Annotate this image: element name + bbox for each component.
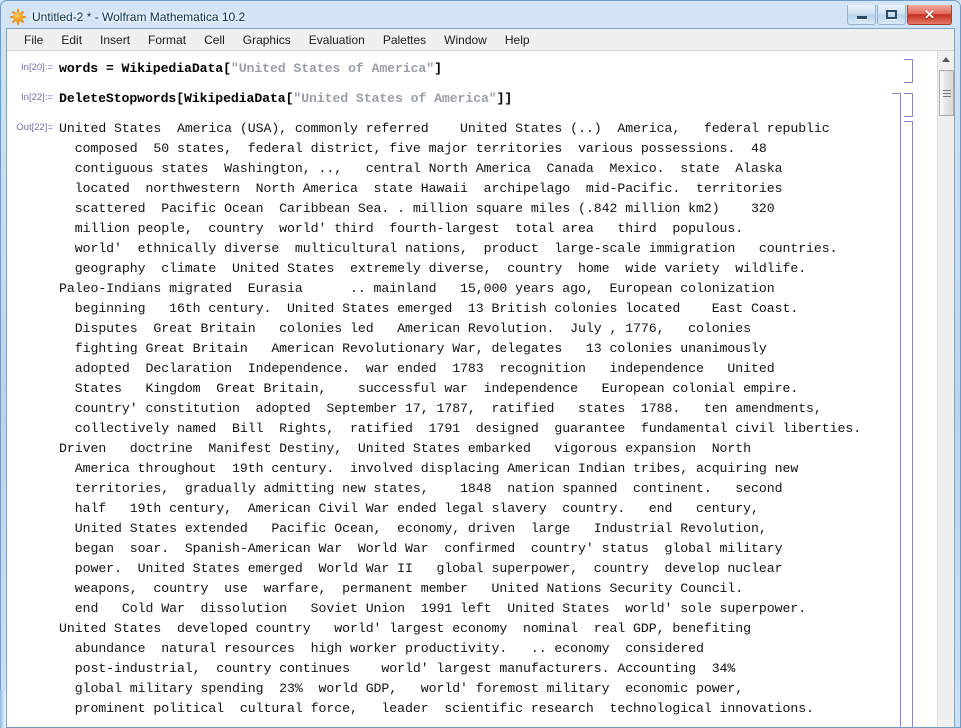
menu-insert[interactable]: Insert <box>91 31 139 49</box>
title-bar: Untitled-2 * - Wolfram Mathematica 10.2 … <box>6 5 955 28</box>
client-area: File Edit Insert Format Cell Graphics Ev… <box>6 28 955 728</box>
minimize-button[interactable] <box>847 5 876 25</box>
output-cell-22[interactable]: Out[22]= United States America (USA), co… <box>7 119 937 719</box>
scroll-up-arrow[interactable] <box>938 51 954 68</box>
output-cell-22-text: United States America (USA), commonly re… <box>59 121 862 716</box>
menu-graphics[interactable]: Graphics <box>234 31 300 49</box>
application-window: Untitled-2 * - Wolfram Mathematica 10.2 … <box>0 0 961 728</box>
code-prefix: words = WikipediaData[ <box>59 61 231 76</box>
code-string-literal: "United States of America" <box>293 91 497 106</box>
maximize-icon <box>886 10 897 19</box>
maximize-button[interactable] <box>877 5 906 25</box>
menu-bar: File Edit Insert Format Cell Graphics Ev… <box>7 29 954 51</box>
code-string-literal: "United States of America" <box>230 61 435 76</box>
minimize-icon <box>856 15 867 19</box>
menu-evaluation[interactable]: Evaluation <box>300 31 374 49</box>
input-cell-22-label: In[22]:= <box>21 92 53 103</box>
input-cell-22[interactable]: In[22]:= DeleteStopwords[WikipediaData["… <box>7 89 937 109</box>
input-cell-20[interactable]: In[20]:= words = WikipediaData["United S… <box>7 59 937 79</box>
window-title: Untitled-2 * - Wolfram Mathematica 10.2 <box>32 10 246 24</box>
notebook-document[interactable]: In[20]:= words = WikipediaData["United S… <box>7 51 937 728</box>
code-suffix: ] <box>434 61 442 76</box>
code-prefix: DeleteStopwords[WikipediaData[ <box>59 91 294 106</box>
menu-edit[interactable]: Edit <box>52 31 91 49</box>
window-controls: ✕ <box>846 5 952 25</box>
input-cell-20-label: In[20]:= <box>21 62 53 73</box>
menu-palettes[interactable]: Palettes <box>374 31 435 49</box>
window-left-edge <box>0 690 6 728</box>
scroll-thumb-grip <box>942 89 951 97</box>
code-suffix: ]] <box>496 91 513 106</box>
notebook-scroll-region: In[20]:= words = WikipediaData["United S… <box>7 51 954 728</box>
menu-cell[interactable]: Cell <box>195 31 234 49</box>
close-button[interactable]: ✕ <box>907 5 952 25</box>
scroll-thumb[interactable] <box>939 70 954 116</box>
menu-file[interactable]: File <box>15 31 52 49</box>
input-cell-20-code[interactable]: words = WikipediaData["United States of … <box>59 59 937 79</box>
mathematica-spikey-icon <box>10 9 26 25</box>
menu-help[interactable]: Help <box>496 31 539 49</box>
menu-window[interactable]: Window <box>435 31 496 49</box>
input-cell-22-code[interactable]: DeleteStopwords[WikipediaData["United St… <box>59 89 937 109</box>
vertical-scrollbar[interactable] <box>937 51 954 728</box>
chevron-up-icon <box>942 57 950 62</box>
menu-format[interactable]: Format <box>139 31 195 49</box>
output-cell-22-label: Out[22]= <box>16 122 53 133</box>
close-icon: ✕ <box>924 7 935 22</box>
